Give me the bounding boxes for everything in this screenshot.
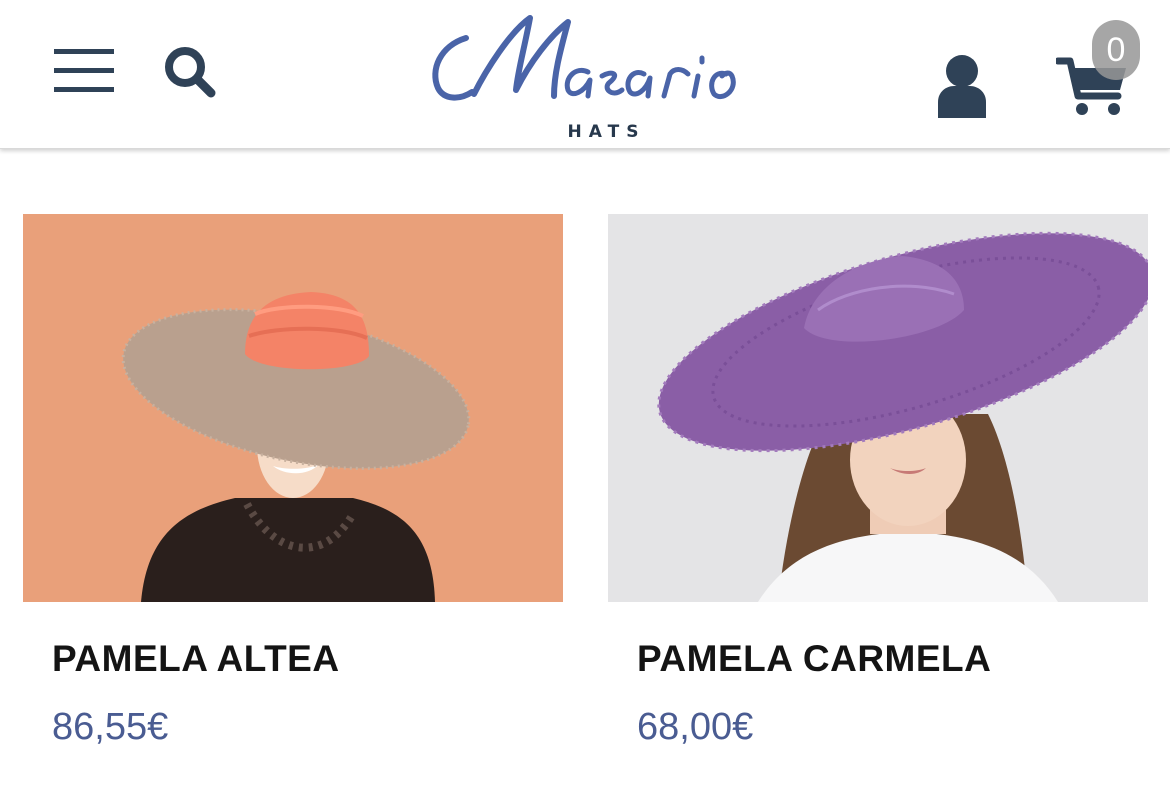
cart-count-badge[interactable]: 0	[1092, 20, 1140, 80]
product-card: PAMELA ALTEA 86,55€	[23, 214, 563, 748]
product-price: 68,00€	[637, 706, 754, 748]
menu-button[interactable]	[54, 49, 114, 93]
logo[interactable]: HATS	[426, 10, 744, 142]
search-button[interactable]	[162, 44, 218, 100]
product-card: PAMELA CARMELA 68,00€	[608, 214, 1148, 748]
product-title[interactable]: PAMELA ALTEA	[52, 638, 340, 680]
logo-script	[432, 15, 736, 101]
product-image[interactable]	[23, 214, 563, 602]
search-icon	[165, 47, 216, 98]
product-price: 86,55€	[52, 706, 169, 748]
product-title[interactable]: PAMELA CARMELA	[637, 638, 991, 680]
hamburger-menu-icon	[54, 49, 114, 93]
account-button[interactable]	[934, 52, 990, 118]
site-header: HATS 0	[0, 0, 1170, 149]
logo-subtitle: HATS	[567, 122, 646, 142]
product-image[interactable]	[608, 214, 1148, 602]
user-icon	[938, 55, 986, 118]
